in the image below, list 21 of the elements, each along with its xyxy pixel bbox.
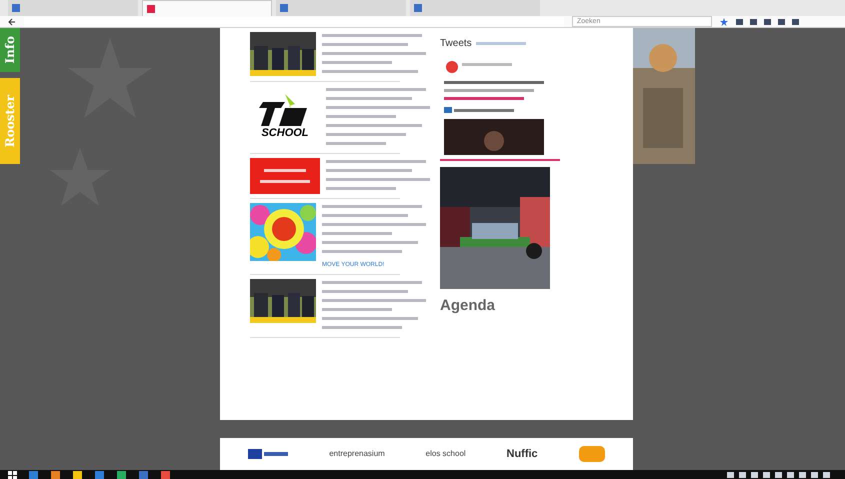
agenda-heading: Agenda [440, 296, 496, 316]
side-tab[interactable]: Info [0, 28, 20, 72]
flag-logo-icon [248, 449, 288, 459]
star-icon[interactable] [720, 18, 728, 26]
back-icon[interactable] [8, 18, 16, 26]
browser-tab[interactable] [142, 0, 272, 16]
browser-tab[interactable] [276, 0, 406, 16]
logo-caption: SCHOOL [261, 128, 309, 138]
page-icon [280, 4, 288, 12]
page-icon [414, 4, 422, 12]
widget-title: Tweets [440, 37, 472, 51]
page-icon [147, 4, 155, 12]
badge-logo-icon [578, 446, 605, 462]
browser-tab[interactable] [8, 0, 138, 16]
browser-tab[interactable] [410, 0, 540, 16]
url-field[interactable] [24, 16, 564, 26]
page-icon [12, 4, 20, 12]
sponsor-logo: elos school [426, 448, 466, 460]
sponsor-logo: Nuffic [506, 446, 538, 462]
sponsor-logo: entreprenasium [329, 448, 385, 460]
windows-icon[interactable] [8, 470, 17, 479]
